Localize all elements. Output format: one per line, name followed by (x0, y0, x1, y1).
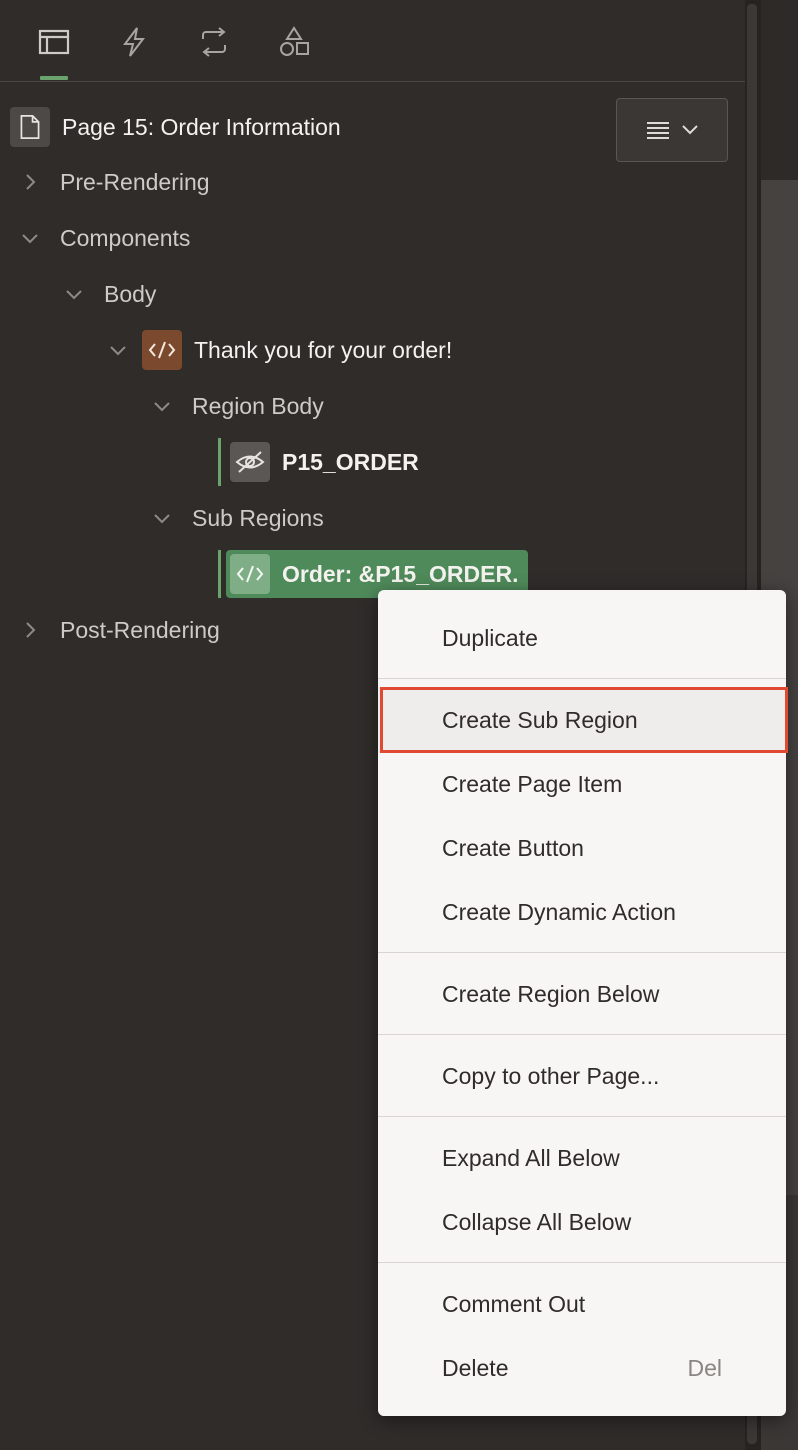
menu-label: Create Button (442, 834, 584, 861)
refresh-icon (202, 27, 226, 57)
tree-label: Body (104, 280, 157, 307)
tree-label: Region Body (192, 392, 324, 419)
menu-separator (378, 1116, 786, 1117)
chevron-down-icon[interactable] (18, 226, 42, 250)
menu-item-create-region-below[interactable]: Create Region Below (378, 962, 786, 1026)
tree-node-sub-regions[interactable]: Sub Regions (150, 490, 324, 546)
tree-label: Thank you for your order! (194, 336, 453, 363)
tree-node-region[interactable]: Thank you for your order! (106, 322, 452, 378)
chevron-down-icon (682, 125, 698, 135)
menu-label: Create Page Item (442, 770, 623, 797)
tab-dynamic-actions[interactable] (112, 20, 156, 64)
menu-item-duplicate[interactable]: Duplicate (378, 606, 786, 670)
menu-separator (378, 678, 786, 679)
menu-label: Expand All Below (442, 1144, 620, 1171)
menu-item-create-sub-region[interactable]: Create Sub Region (378, 688, 786, 752)
menu-label: Create Sub Region (442, 706, 638, 733)
menu-item-collapse-all-below[interactable]: Collapse All Below (378, 1190, 786, 1254)
tree-label: Pre-Rendering (60, 168, 210, 195)
menu-item-create-page-item[interactable]: Create Page Item (378, 752, 786, 816)
menu-label: Collapse All Below (442, 1208, 632, 1235)
chevron-down-icon[interactable] (150, 394, 174, 418)
tab-processing[interactable] (192, 20, 236, 64)
tree-indent-bar (218, 438, 221, 486)
menu-label: Delete (442, 1354, 509, 1381)
tree-node-page-item[interactable]: P15_ORDER (230, 434, 419, 490)
tree-label: Sub Regions (192, 504, 324, 531)
menu-label: Comment Out (442, 1290, 586, 1317)
menu-separator (378, 1262, 786, 1263)
menu-label: Create Region Below (442, 980, 660, 1007)
tree-node-pre-rendering[interactable]: Pre-Rendering (18, 154, 210, 210)
code-icon (230, 554, 270, 594)
rendering-tree-icon (38, 29, 70, 55)
chevron-right-icon[interactable] (18, 170, 42, 194)
menu-separator (378, 952, 786, 953)
tree-label: P15_ORDER (282, 448, 419, 475)
adjacent-panel-header (761, 0, 798, 180)
tree-label: Order: &P15_ORDER. (282, 560, 519, 587)
hidden-item-icon (230, 442, 270, 482)
menu-label: Copy to other Page... (442, 1062, 660, 1089)
tab-shared-components[interactable] (272, 20, 316, 64)
lightning-icon (123, 27, 146, 57)
context-menu: Duplicate Create Sub Region Create Page … (378, 590, 786, 1416)
menu-label: Create Dynamic Action (442, 898, 676, 925)
shapes-icon (280, 26, 309, 56)
tree-label: Post-Rendering (60, 616, 220, 643)
menu-item-create-dynamic-action[interactable]: Create Dynamic Action (378, 880, 786, 944)
page-header: Page 15: Order Information (10, 107, 341, 147)
tab-rendering[interactable] (32, 20, 76, 80)
chevron-down-icon[interactable] (106, 338, 130, 362)
menu-separator (378, 1034, 786, 1035)
chevron-right-icon[interactable] (18, 618, 42, 642)
tab-bar (0, 0, 745, 82)
menu-item-expand-all-below[interactable]: Expand All Below (378, 1126, 786, 1190)
menu-item-comment-out[interactable]: Comment Out (378, 1272, 786, 1336)
tree-node-post-rendering[interactable]: Post-Rendering (18, 602, 220, 658)
menu-item-copy-to-other-page[interactable]: Copy to other Page... (378, 1044, 786, 1108)
chevron-down-icon[interactable] (150, 506, 174, 530)
page-menu-button[interactable] (616, 98, 728, 162)
hamburger-menu-icon (647, 122, 669, 139)
shortcut-hint: Del (687, 1354, 722, 1381)
code-icon (142, 330, 182, 370)
menu-label: Duplicate (442, 624, 538, 651)
tree-indent-bar (218, 550, 221, 598)
tree-node-body[interactable]: Body (62, 266, 156, 322)
page-icon (10, 107, 50, 147)
page-title: Page 15: Order Information (62, 113, 341, 140)
tree-node-region-body[interactable]: Region Body (150, 378, 324, 434)
menu-item-delete[interactable]: Delete Del (378, 1336, 786, 1400)
tree-node-components[interactable]: Components (18, 210, 190, 266)
tree-label: Components (60, 224, 191, 251)
menu-item-create-button[interactable]: Create Button (378, 816, 786, 880)
chevron-down-icon[interactable] (62, 282, 86, 306)
